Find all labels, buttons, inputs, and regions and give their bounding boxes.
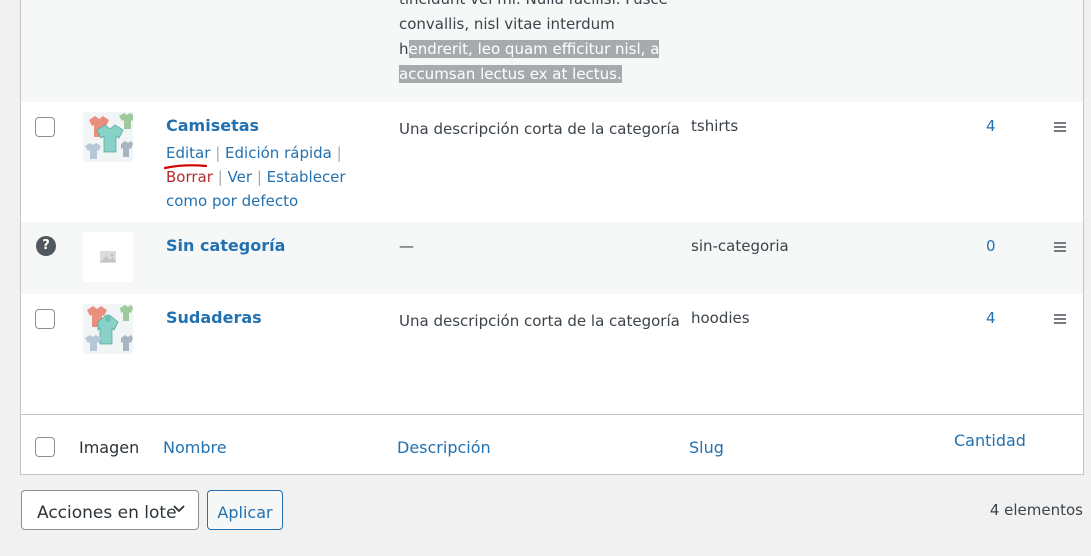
column-header-slug[interactable]: Slug bbox=[689, 438, 724, 457]
category-description: tincidunt vel mi. Nulla facilisi. Fusce … bbox=[399, 0, 669, 87]
description-line: accumsan lectus ex at lectus. bbox=[399, 62, 669, 87]
separator: | bbox=[215, 144, 221, 162]
category-count-link[interactable]: 4 bbox=[986, 117, 996, 135]
category-count-link[interactable]: 0 bbox=[986, 237, 996, 255]
column-header-name[interactable]: Nombre bbox=[163, 438, 227, 457]
category-slug: sin-categoria bbox=[691, 237, 789, 255]
select-all-checkbox[interactable] bbox=[35, 437, 55, 457]
row-checkbox[interactable] bbox=[35, 117, 55, 137]
table-footer-header: Imagen Nombre Descripción Slug Cantidad bbox=[21, 414, 1083, 474]
category-thumbnail-hoodies bbox=[83, 304, 133, 354]
category-count-link[interactable]: 4 bbox=[986, 309, 996, 327]
category-name-link[interactable]: Camisetas bbox=[166, 116, 259, 135]
table-row-previous: tincidunt vel mi. Nulla facilisi. Fusce … bbox=[21, 0, 1083, 102]
drag-handle-icon[interactable] bbox=[1054, 314, 1066, 326]
column-header-count[interactable]: Cantidad bbox=[954, 431, 1026, 450]
column-header-description[interactable]: Descripción bbox=[397, 438, 491, 457]
row-checkbox[interactable] bbox=[35, 309, 55, 329]
category-name-link[interactable]: Sin categoría bbox=[166, 236, 285, 255]
category-slug: hoodies bbox=[691, 309, 750, 327]
item-count: 4 elementos bbox=[989, 501, 1083, 519]
table-row: Sudaderas Una descripción corta de la ca… bbox=[21, 294, 1083, 414]
category-thumbnail-tshirts bbox=[83, 112, 133, 162]
edit-link[interactable]: Editar bbox=[164, 144, 210, 170]
categories-table: tincidunt vel mi. Nulla facilisi. Fusce … bbox=[20, 0, 1084, 475]
placeholder-image-icon bbox=[83, 232, 133, 282]
separator: | bbox=[217, 168, 223, 186]
chevron-down-icon bbox=[172, 501, 186, 519]
category-name-link[interactable]: Sudaderas bbox=[166, 308, 262, 327]
separator: | bbox=[256, 168, 262, 186]
table-row: Camisetas Editar | Edición rápida | Borr… bbox=[21, 102, 1083, 222]
category-description: Una descripción corta de la categoría bbox=[399, 312, 680, 330]
description-line: hendrerit, leo quam efficitur nisl, a bbox=[399, 40, 660, 58]
drag-handle-icon[interactable] bbox=[1054, 122, 1066, 134]
selected-text: endrerit, leo quam efficitur nisl, a bbox=[408, 40, 660, 58]
category-description: Una descripción corta de la categoría bbox=[399, 120, 680, 138]
view-link[interactable]: Ver bbox=[228, 168, 253, 186]
apply-button[interactable]: Aplicar bbox=[207, 490, 283, 530]
bulk-actions-select[interactable]: Acciones en lote bbox=[21, 490, 199, 530]
description-line: tincidunt vel mi. Nulla facilisi. Fusce bbox=[399, 0, 669, 12]
row-actions: Editar | Edición rápida | Borrar | Ver |… bbox=[164, 141, 366, 213]
drag-handle-icon[interactable] bbox=[1054, 242, 1066, 254]
help-icon[interactable]: ? bbox=[36, 236, 56, 256]
description-line: convallis, nisl vitae interdum bbox=[399, 15, 615, 33]
category-slug: tshirts bbox=[691, 117, 739, 135]
bulk-actions-selected-value: Acciones en lote bbox=[37, 503, 177, 523]
column-header-image: Imagen bbox=[79, 438, 140, 457]
selected-text: accumsan lectus ex at lectus. bbox=[399, 65, 622, 83]
table-row: ? Sin categoría — sin-categoria 0 bbox=[21, 222, 1083, 294]
category-description: — bbox=[399, 237, 414, 255]
quick-edit-link[interactable]: Edición rápida bbox=[225, 144, 332, 162]
annotation-underline bbox=[164, 164, 208, 170]
separator: | bbox=[336, 144, 342, 162]
